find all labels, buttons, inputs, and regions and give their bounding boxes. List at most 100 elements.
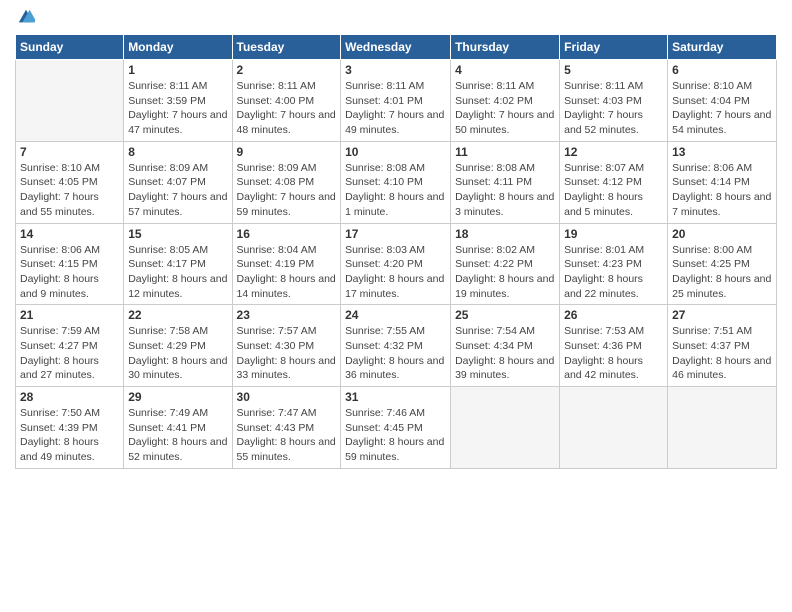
calendar-cell <box>16 60 124 142</box>
calendar-cell: 30 Sunrise: 7:47 AMSunset: 4:43 PMDayligh… <box>232 387 341 469</box>
day-info: Sunrise: 8:08 AMSunset: 4:11 PMDaylight:… <box>455 161 555 220</box>
day-info: Sunrise: 7:46 AMSunset: 4:45 PMDaylight:… <box>345 406 446 465</box>
day-number: 15 <box>128 227 227 241</box>
calendar-week-row: 14Sunrise: 8:06 AMSunset: 4:15 PMDayligh… <box>16 223 777 305</box>
logo-icon <box>17 8 35 26</box>
day-info: Sunrise: 8:00 AMSunset: 4:25 PMDaylight:… <box>672 243 772 302</box>
day-number: 26 <box>564 308 663 322</box>
day-info: Sunrise: 8:10 AMSunset: 4:04 PMDaylight:… <box>672 79 772 138</box>
calendar-cell: 14Sunrise: 8:06 AMSunset: 4:15 PMDayligh… <box>16 223 124 305</box>
calendar-cell: 11 Sunrise: 8:08 AMSunset: 4:11 PMDayligh… <box>451 141 560 223</box>
day-info: Sunrise: 8:11 AMSunset: 4:02 PMDaylight:… <box>455 79 555 138</box>
day-info: Sunrise: 7:49 AMSunset: 4:41 PMDaylight:… <box>128 406 227 465</box>
day-number: 27 <box>672 308 772 322</box>
day-info: Sunrise: 7:57 AMSunset: 4:30 PMDaylight:… <box>237 324 337 383</box>
day-info: Sunrise: 8:03 AMSunset: 4:20 PMDaylight:… <box>345 243 446 302</box>
day-number: 1 <box>128 63 227 77</box>
day-number: 11 <box>455 145 555 159</box>
day-number: 7 <box>20 145 119 159</box>
day-number: 5 <box>564 63 663 77</box>
day-number: 25 <box>455 308 555 322</box>
calendar-cell: 7 Sunrise: 8:10 AMSunset: 4:05 PMDaylight… <box>16 141 124 223</box>
calendar-cell: 21 Sunrise: 7:59 AMSunset: 4:27 PMDayligh… <box>16 305 124 387</box>
calendar-cell: 23 Sunrise: 7:57 AMSunset: 4:30 PMDayligh… <box>232 305 341 387</box>
calendar-cell: 22 Sunrise: 7:58 AMSunset: 4:29 PMDayligh… <box>124 305 232 387</box>
day-info: Sunrise: 8:04 AMSunset: 4:19 PMDaylight:… <box>237 243 337 302</box>
day-number: 9 <box>237 145 337 159</box>
calendar-cell <box>451 387 560 469</box>
header-wednesday: Wednesday <box>341 35 451 60</box>
calendar-cell: 3 Sunrise: 8:11 AMSunset: 4:01 PMDaylight… <box>341 60 451 142</box>
calendar-cell: 17Sunrise: 8:03 AMSunset: 4:20 PMDayligh… <box>341 223 451 305</box>
header-friday: Friday <box>560 35 668 60</box>
header-saturday: Saturday <box>668 35 777 60</box>
day-info: Sunrise: 8:01 AMSunset: 4:23 PMDaylight:… <box>564 243 663 302</box>
day-info: Sunrise: 8:11 AMSunset: 3:59 PMDaylight:… <box>128 79 227 138</box>
day-number: 19 <box>564 227 663 241</box>
day-info: Sunrise: 7:53 AMSunset: 4:36 PMDaylight:… <box>564 324 663 383</box>
day-number: 13 <box>672 145 772 159</box>
day-info: Sunrise: 7:55 AMSunset: 4:32 PMDaylight:… <box>345 324 446 383</box>
day-info: Sunrise: 8:11 AMSunset: 4:00 PMDaylight:… <box>237 79 337 138</box>
header-monday: Monday <box>124 35 232 60</box>
day-number: 23 <box>237 308 337 322</box>
day-info: Sunrise: 7:58 AMSunset: 4:29 PMDaylight:… <box>128 324 227 383</box>
calendar-week-row: 28 Sunrise: 7:50 AMSunset: 4:39 PMDayligh… <box>16 387 777 469</box>
day-number: 31 <box>345 390 446 404</box>
page: Sunday Monday Tuesday Wednesday Thursday… <box>0 0 792 612</box>
header-sunday: Sunday <box>16 35 124 60</box>
day-number: 10 <box>345 145 446 159</box>
calendar-cell: 12Sunrise: 8:07 AMSunset: 4:12 PMDayligh… <box>560 141 668 223</box>
day-info: Sunrise: 7:50 AMSunset: 4:39 PMDaylight:… <box>20 406 119 465</box>
day-info: Sunrise: 8:09 AMSunset: 4:08 PMDaylight:… <box>237 161 337 220</box>
day-info: Sunrise: 8:11 AMSunset: 4:03 PMDaylight:… <box>564 79 663 138</box>
calendar-cell: 20 Sunrise: 8:00 AMSunset: 4:25 PMDayligh… <box>668 223 777 305</box>
day-number: 6 <box>672 63 772 77</box>
day-number: 22 <box>128 308 227 322</box>
day-info: Sunrise: 8:10 AMSunset: 4:05 PMDaylight:… <box>20 161 119 220</box>
day-number: 4 <box>455 63 555 77</box>
day-info: Sunrise: 7:47 AMSunset: 4:43 PMDaylight:… <box>237 406 337 465</box>
header-thursday: Thursday <box>451 35 560 60</box>
day-info: Sunrise: 8:11 AMSunset: 4:01 PMDaylight:… <box>345 79 446 138</box>
day-number: 20 <box>672 227 772 241</box>
logo-text <box>15 10 35 26</box>
day-number: 3 <box>345 63 446 77</box>
calendar-cell: 9 Sunrise: 8:09 AMSunset: 4:08 PMDaylight… <box>232 141 341 223</box>
calendar-cell: 5 Sunrise: 8:11 AMSunset: 4:03 PMDaylight… <box>560 60 668 142</box>
day-number: 18 <box>455 227 555 241</box>
calendar-table: Sunday Monday Tuesday Wednesday Thursday… <box>15 34 777 469</box>
day-number: 8 <box>128 145 227 159</box>
day-info: Sunrise: 8:02 AMSunset: 4:22 PMDaylight:… <box>455 243 555 302</box>
calendar-cell: 28 Sunrise: 7:50 AMSunset: 4:39 PMDayligh… <box>16 387 124 469</box>
day-number: 29 <box>128 390 227 404</box>
header <box>15 10 777 26</box>
calendar-cell: 6 Sunrise: 8:10 AMSunset: 4:04 PMDaylight… <box>668 60 777 142</box>
day-info: Sunrise: 7:59 AMSunset: 4:27 PMDaylight:… <box>20 324 119 383</box>
header-tuesday: Tuesday <box>232 35 341 60</box>
day-number: 16 <box>237 227 337 241</box>
calendar-cell: 2Sunrise: 8:11 AMSunset: 4:00 PMDaylight… <box>232 60 341 142</box>
calendar-cell: 19 Sunrise: 8:01 AMSunset: 4:23 PMDayligh… <box>560 223 668 305</box>
calendar-cell: 16 Sunrise: 8:04 AMSunset: 4:19 PMDayligh… <box>232 223 341 305</box>
calendar-cell: 1 Sunrise: 8:11 AMSunset: 3:59 PMDaylight… <box>124 60 232 142</box>
calendar-cell: 8 Sunrise: 8:09 AMSunset: 4:07 PMDaylight… <box>124 141 232 223</box>
calendar-cell <box>560 387 668 469</box>
calendar-cell: 15Sunrise: 8:05 AMSunset: 4:17 PMDayligh… <box>124 223 232 305</box>
logo <box>15 10 35 26</box>
calendar-cell: 26 Sunrise: 7:53 AMSunset: 4:36 PMDayligh… <box>560 305 668 387</box>
day-info: Sunrise: 8:07 AMSunset: 4:12 PMDaylight:… <box>564 161 663 220</box>
calendar-cell <box>668 387 777 469</box>
calendar-cell: 29 Sunrise: 7:49 AMSunset: 4:41 PMDayligh… <box>124 387 232 469</box>
weekday-header-row: Sunday Monday Tuesday Wednesday Thursday… <box>16 35 777 60</box>
calendar-cell: 18 Sunrise: 8:02 AMSunset: 4:22 PMDayligh… <box>451 223 560 305</box>
day-number: 14 <box>20 227 119 241</box>
day-info: Sunrise: 8:09 AMSunset: 4:07 PMDaylight:… <box>128 161 227 220</box>
day-number: 24 <box>345 308 446 322</box>
day-number: 28 <box>20 390 119 404</box>
day-info: Sunrise: 7:54 AMSunset: 4:34 PMDaylight:… <box>455 324 555 383</box>
calendar-week-row: 7 Sunrise: 8:10 AMSunset: 4:05 PMDaylight… <box>16 141 777 223</box>
calendar-week-row: 21 Sunrise: 7:59 AMSunset: 4:27 PMDayligh… <box>16 305 777 387</box>
day-number: 30 <box>237 390 337 404</box>
day-number: 21 <box>20 308 119 322</box>
